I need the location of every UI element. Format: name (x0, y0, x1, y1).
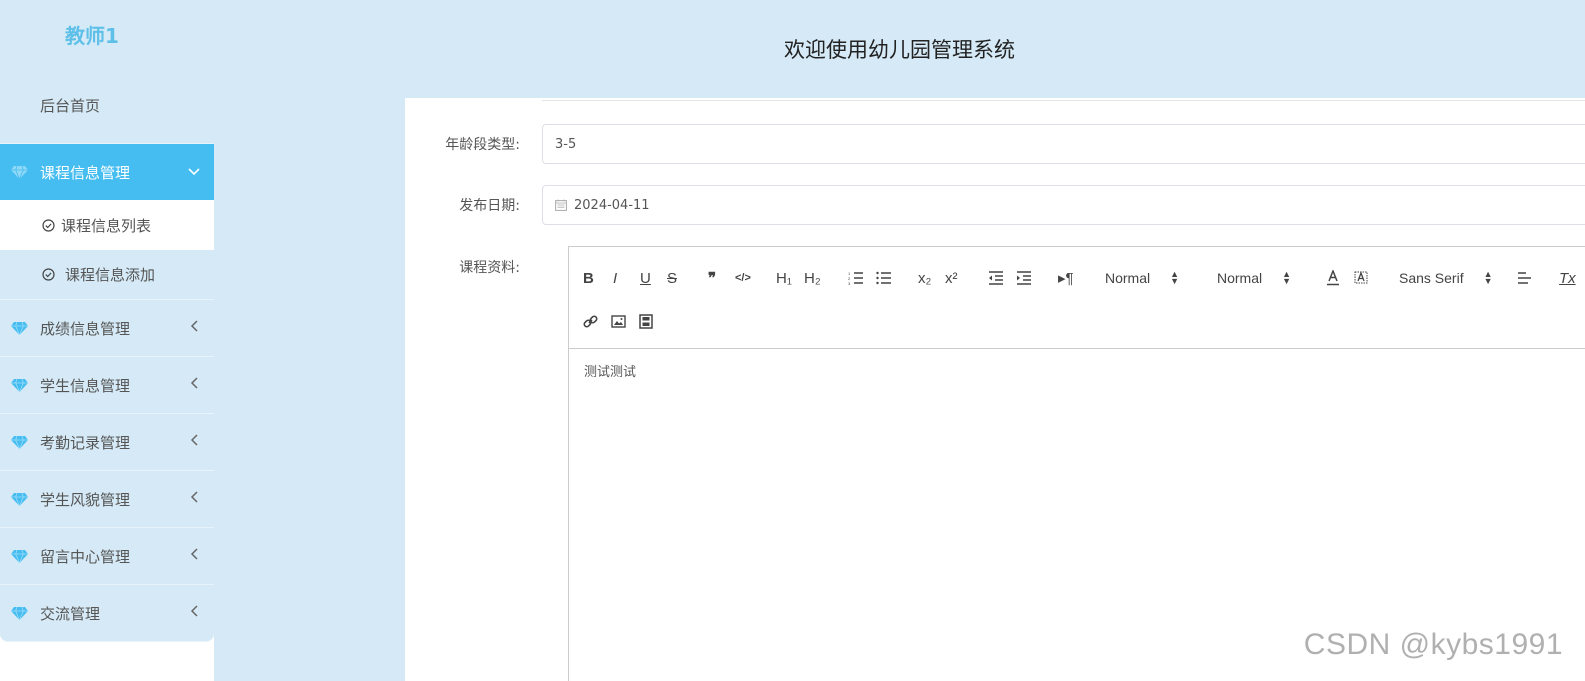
sidebar-item-attendance-management[interactable]: 考勤记录管理 (0, 414, 214, 471)
course-material-label: 课程资料: (459, 260, 520, 276)
sidebar-item-message-management[interactable]: 留言中心管理 (0, 528, 214, 585)
clean-format-button[interactable]: Tx (1559, 267, 1576, 289)
chevron-left-icon (174, 491, 214, 507)
previous-field-edge (542, 98, 1585, 101)
svg-text:3: 3 (848, 281, 851, 285)
age-type-value: 3-5 (555, 136, 577, 152)
top-header: 欢迎使用幼儿园管理系统 (214, 0, 1585, 98)
size-picker[interactable]: Normal ▲ ▼ (1105, 267, 1179, 289)
rich-text-editor: B I U S ❞ </> H₁ H₂ 123 x₂ x² ▸¶ Normal … (568, 246, 1585, 681)
font-color-icon[interactable] (1326, 267, 1340, 289)
align-icon[interactable] (1517, 267, 1532, 289)
diamond-icon (11, 378, 29, 392)
diamond-icon (11, 549, 29, 563)
diamond-icon (11, 492, 29, 506)
publish-date-picker[interactable]: 2024-04-11 (542, 185, 1585, 225)
code-block-button[interactable]: </> (735, 267, 751, 289)
sidebar-item-course-management[interactable]: 课程信息管理 (0, 144, 214, 200)
text-direction-button[interactable]: ▸¶ (1058, 267, 1074, 289)
calendar-icon (555, 199, 567, 211)
link-icon[interactable] (583, 310, 598, 332)
chevron-left-icon (174, 320, 214, 336)
strike-button[interactable]: S (667, 267, 677, 289)
sidebar-subitem-course-list[interactable]: 课程信息列表 (0, 200, 214, 250)
superscript-button[interactable]: x² (945, 267, 958, 289)
indent-icon[interactable] (1016, 267, 1032, 289)
chevron-left-icon (174, 605, 214, 621)
updown-arrow-icon: ▲ ▼ (1282, 269, 1292, 286)
subscript-button[interactable]: x₂ (918, 267, 931, 289)
sidebar-menu: 后台首页 课程信息管理 课程信息列表 课程信息添加 成绩信息管理 学生信息管理 … (0, 68, 214, 642)
header-picker[interactable]: Normal ▲ ▼ (1217, 267, 1291, 289)
form-panel: 年龄段类型: 3-5 发布日期: 2024-04-11 课程资料: B I U … (405, 98, 1585, 681)
bullet-list-icon[interactable] (876, 267, 892, 289)
background-color-icon[interactable] (1354, 267, 1368, 289)
ordered-list-icon[interactable]: 123 (848, 267, 864, 289)
video-icon[interactable] (639, 310, 653, 332)
sidebar-item-grade-management[interactable]: 成绩信息管理 (0, 300, 214, 357)
sidebar-subitem-label: 课程信息添加 (65, 266, 156, 284)
header2-button[interactable]: H₂ (804, 267, 821, 289)
publish-date-label: 发布日期: (459, 198, 520, 214)
font-picker[interactable]: Sans Serif ▲ ▼ (1399, 267, 1493, 289)
italic-button[interactable]: I (613, 267, 617, 289)
sidebar-item-label: 成绩信息管理 (40, 319, 131, 338)
sidebar-item-student-management[interactable]: 学生信息管理 (0, 357, 214, 414)
sidebar-item-home[interactable]: 后台首页 (0, 68, 214, 144)
font-picker-value: Sans Serif (1399, 270, 1464, 286)
chevron-left-icon (174, 434, 214, 450)
sidebar-item-label: 留言中心管理 (40, 547, 131, 566)
size-picker-value: Normal (1105, 270, 1151, 286)
sidebar-item-style-management[interactable]: 学生风貌管理 (0, 471, 214, 528)
sidebar-subitem-course-add[interactable]: 课程信息添加 (0, 250, 214, 300)
underline-button[interactable]: U (640, 267, 651, 289)
sidebar-item-label: 考勤记录管理 (40, 433, 131, 452)
blockquote-button[interactable]: ❞ (708, 267, 716, 289)
diamond-icon (11, 606, 29, 620)
age-type-label: 年龄段类型: (445, 137, 520, 153)
sidebar-logo: 教师1 (0, 0, 214, 68)
sidebar-item-label: 交流管理 (40, 604, 101, 623)
publish-date-value: 2024-04-11 (574, 197, 650, 213)
chevron-left-icon (174, 377, 214, 393)
header-picker-value: Normal (1217, 270, 1263, 286)
editor-toolbar: B I U S ❞ </> H₁ H₂ 123 x₂ x² ▸¶ Normal … (569, 247, 1585, 349)
diamond-icon (11, 165, 29, 179)
check-circle-icon (42, 218, 55, 232)
diamond-icon (11, 321, 29, 335)
check-circle-icon (42, 268, 55, 281)
sidebar-subitem-label: 课程信息列表 (61, 216, 152, 235)
sidebar: 教师1 后台首页 课程信息管理 课程信息列表 课程信息添加 成绩信息管理 学生信… (0, 0, 214, 681)
bold-button[interactable]: B (583, 267, 594, 289)
sidebar-item-label: 学生信息管理 (40, 376, 131, 395)
sidebar-item-label: 学生风貌管理 (40, 490, 131, 509)
outdent-icon[interactable] (988, 267, 1004, 289)
chevron-down-icon (174, 164, 214, 180)
watermark-text: CSDN @kybs1991 (1303, 628, 1563, 661)
diamond-icon (11, 435, 29, 449)
age-type-input[interactable]: 3-5 (542, 124, 1585, 164)
updown-arrow-icon: ▲ ▼ (1483, 269, 1493, 286)
sidebar-item-communication-management[interactable]: 交流管理 (0, 585, 214, 642)
editor-content[interactable]: 测试测试 (569, 349, 1585, 392)
chevron-left-icon (174, 548, 214, 564)
sidebar-item-label: 课程信息管理 (40, 163, 131, 182)
header1-button[interactable]: H₁ (776, 267, 792, 289)
page-title: 欢迎使用幼儿园管理系统 (784, 38, 1015, 62)
updown-arrow-icon: ▲ ▼ (1170, 269, 1180, 286)
image-icon[interactable] (611, 310, 626, 332)
sidebar-item-label: 后台首页 (40, 97, 101, 115)
